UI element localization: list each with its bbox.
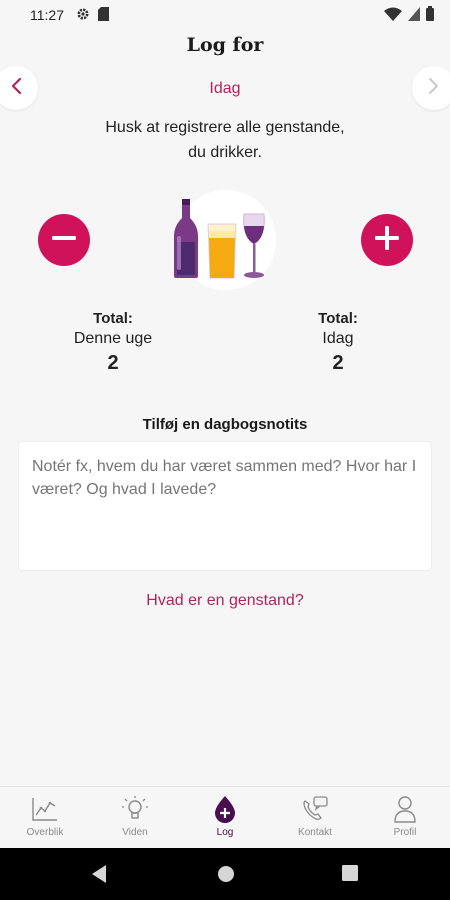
battery-icon — [426, 6, 434, 24]
system-navigation-bar — [0, 848, 450, 900]
selected-date-label: Idag — [209, 80, 241, 97]
diary-note-heading: Tilføj en dagbogsnotits — [142, 416, 308, 433]
tab-log[interactable]: Log — [180, 787, 270, 848]
remove-drink-button[interactable] — [38, 214, 90, 266]
minus-icon — [49, 223, 79, 258]
add-drink-button[interactable] — [361, 214, 413, 266]
tab-label-kontakt: Kontakt — [298, 827, 332, 838]
drop-plus-icon — [210, 795, 240, 823]
tab-overblik[interactable]: Overblik — [0, 787, 90, 848]
tab-label-log: Log — [216, 827, 234, 838]
tab-profil[interactable]: Profil — [360, 787, 450, 848]
status-bar: 11:27 — [0, 0, 450, 30]
total-today: Total: Idag 2 — [263, 310, 413, 375]
drinks-illustration — [168, 196, 282, 284]
recents-square-icon[interactable] — [341, 864, 359, 887]
total-today-value: 2 — [332, 352, 344, 374]
tab-label-profil: Profil — [393, 827, 417, 838]
reminder-text: Husk at registrere alle genstande, du dr… — [60, 115, 390, 165]
back-triangle-icon[interactable] — [90, 864, 108, 889]
what-is-a-unit-link[interactable]: Hvad er en genstand? — [0, 592, 450, 610]
chart-icon — [30, 795, 60, 823]
total-today-label: Idag — [322, 330, 354, 347]
lightbulb-icon — [120, 795, 150, 823]
person-icon — [390, 795, 420, 823]
diary-note-input[interactable] — [18, 441, 432, 571]
sim-card-icon — [98, 6, 109, 24]
tab-label-viden: Viden — [122, 827, 148, 838]
status-time: 11:27 — [30, 7, 64, 23]
tab-kontakt[interactable]: Kontakt — [270, 787, 360, 848]
total-week-value: 2 — [107, 352, 119, 374]
page-title: Log for — [186, 34, 264, 56]
bottom-navigation: Overblik Viden Log Kontakt Profil — [0, 786, 450, 848]
signal-icon — [408, 6, 420, 24]
reminder-line-1: Husk at registrere alle genstande, — [105, 119, 345, 136]
gear-icon — [76, 7, 90, 24]
wifi-icon — [384, 7, 402, 24]
home-circle-icon[interactable] — [216, 864, 236, 889]
tab-label-overblik: Overblik — [26, 827, 64, 838]
total-today-heading: Total: — [318, 310, 358, 327]
total-week: Total: Denne uge 2 — [38, 310, 188, 375]
total-week-heading: Total: — [93, 310, 133, 327]
reminder-line-2: du drikker. — [188, 144, 262, 161]
phone-chat-icon — [300, 795, 330, 823]
tab-viden[interactable]: Viden — [90, 787, 180, 848]
status-right-icons — [384, 6, 434, 24]
plus-icon — [372, 223, 402, 258]
total-week-label: Denne uge — [73, 330, 153, 347]
